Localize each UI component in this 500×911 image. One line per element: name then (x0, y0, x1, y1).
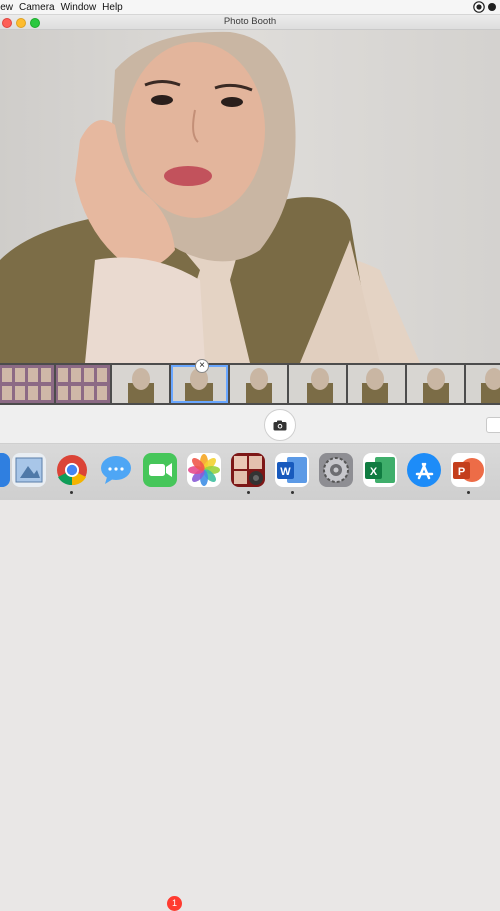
photo-thumbnail[interactable] (230, 365, 287, 403)
running-indicator (247, 491, 250, 494)
take-photo-button[interactable] (264, 409, 296, 441)
word-icon[interactable]: W (275, 453, 309, 487)
photo-thumbnail[interactable] (56, 365, 110, 403)
photo-thumbnail[interactable] (466, 365, 500, 403)
screen-record-icon[interactable] (473, 1, 485, 13)
photo-thumbnail[interactable] (289, 365, 346, 403)
preview-icon[interactable] (12, 453, 46, 487)
control-center-icon[interactable] (487, 1, 497, 13)
camera-icon (273, 420, 287, 430)
messages-icon[interactable] (99, 453, 133, 487)
menu-view[interactable]: iew (0, 2, 19, 13)
window-title: Photo Booth (223, 16, 277, 27)
system-preferences-icon[interactable] (319, 453, 353, 487)
window-titlebar: Photo Booth (0, 15, 500, 30)
running-indicator (70, 491, 73, 494)
dock: 1 W X P (0, 444, 500, 911)
menu-bar: iew Camera Window Help (0, 0, 500, 15)
effects-button[interactable] (486, 417, 500, 433)
status-menu-icons[interactable] (473, 1, 497, 13)
delete-photo-icon[interactable]: × (195, 359, 209, 373)
photo-thumbnail[interactable] (112, 365, 169, 403)
svg-text:W: W (280, 466, 291, 478)
facetime-icon[interactable] (143, 453, 177, 487)
running-indicator (291, 491, 294, 494)
menu-help[interactable]: Help (102, 2, 129, 13)
photo-thumbnail[interactable] (348, 365, 405, 403)
app-store-icon[interactable] (407, 453, 441, 487)
chrome-icon[interactable] (55, 453, 89, 487)
photo-thumbnail-strip (0, 363, 500, 405)
photo-booth-controls (0, 405, 500, 444)
menu-camera[interactable]: Camera (19, 2, 61, 13)
camera-preview (0, 30, 500, 363)
photo-thumbnail[interactable] (407, 365, 464, 403)
photo-thumbnail[interactable] (0, 365, 54, 403)
camera-preview-image (0, 30, 500, 363)
photo-booth-icon[interactable] (231, 453, 265, 487)
svg-text:P: P (458, 466, 465, 478)
excel-icon[interactable]: X (363, 453, 397, 487)
svg-text:X: X (370, 466, 378, 478)
menu-window[interactable]: Window (61, 2, 103, 13)
running-indicator (467, 491, 470, 494)
photos-icon[interactable] (187, 453, 221, 487)
facetime-notification-badge: 1 (167, 896, 182, 911)
finder-icon[interactable] (0, 453, 10, 487)
powerpoint-icon[interactable]: P (451, 453, 485, 487)
